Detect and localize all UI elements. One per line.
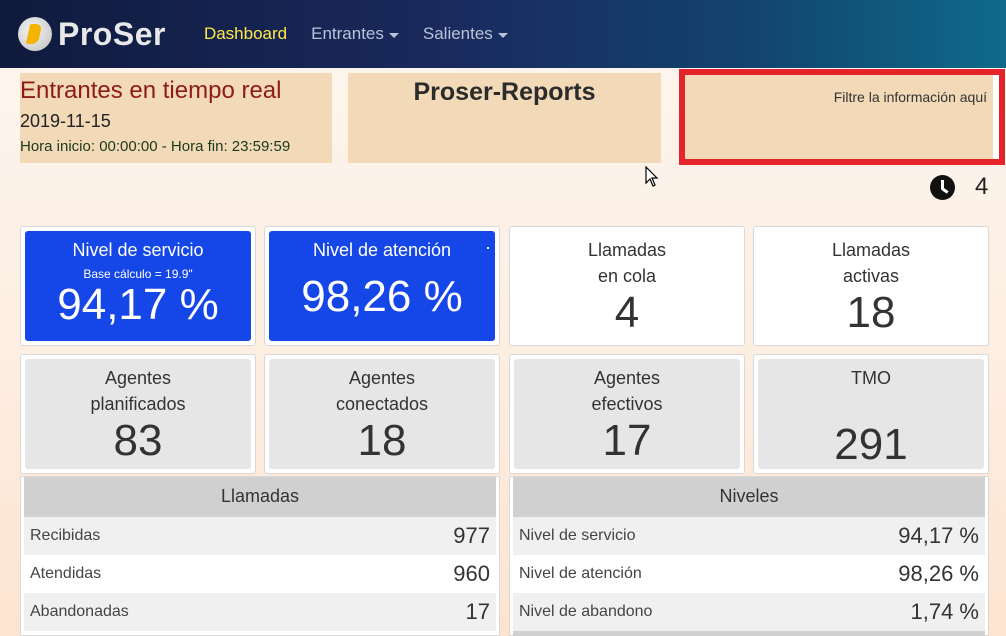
table-row: Nivel de abandono 1,74 % — [513, 593, 985, 631]
card-inner: Agentes conectados 18 — [269, 359, 495, 469]
niveles-table: Niveles Nivel de servicio 94,17 % Nivel … — [509, 476, 989, 636]
filter-scrollbar[interactable] — [993, 75, 999, 159]
row-value: 977 — [453, 523, 490, 548]
card-nivel-atencion[interactable]: Nivel de atención 98,26 % — [264, 226, 500, 346]
row-value: 960 — [453, 561, 490, 586]
card-agentes-planificados[interactable]: Agentes planificados 83 — [20, 354, 256, 474]
filter-hint: Filtre la información aquí — [833, 89, 987, 105]
table-row: Nivel de atención 98,26 % — [513, 555, 985, 593]
filter-panel[interactable]: Filtre la información aquí — [679, 69, 1005, 165]
card-label-2: en cola — [597, 266, 657, 286]
realtime-title: Entrantes en tiempo real — [20, 77, 282, 104]
brand-logo[interactable]: ProSer — [18, 16, 166, 53]
row-label: Atendidas — [30, 565, 102, 582]
card-label: Llamadas — [587, 240, 667, 260]
card-inner: Agentes planificados 83 — [25, 359, 251, 469]
card-label: Agentes — [348, 368, 416, 388]
app-title: Proser-Reports — [413, 78, 596, 106]
card-value: 291 — [834, 420, 908, 469]
table-row: Recibidas 977 — [24, 517, 496, 555]
row-value: 94,17 % — [898, 523, 979, 548]
row-label: Nivel de abandono — [519, 603, 653, 620]
card-value: 98,26 % — [301, 272, 463, 321]
card-label: TMO — [851, 368, 891, 388]
card-inner: TMO 291 — [758, 359, 984, 469]
card-value: 4 — [614, 288, 640, 337]
card-tmo[interactable]: TMO 291 — [753, 354, 989, 474]
nav-entrantes-dropdown[interactable]: Entrantes — [311, 24, 399, 44]
card-llamadas-en-cola[interactable]: Llamadas en cola 4 — [509, 226, 745, 346]
row-value: 98,26 % — [898, 561, 979, 586]
brand-name: ProSer — [58, 15, 166, 52]
nav-dashboard-label: Dashboard — [203, 24, 288, 43]
table-row: Atendidas 960 — [24, 555, 496, 593]
nav-salientes-dropdown[interactable]: Salientes — [423, 24, 508, 44]
card-llamadas-activas[interactable]: Llamadas activas 18 — [753, 226, 989, 346]
mouse-cursor-icon — [645, 166, 659, 187]
niveles-table-header: Niveles — [513, 477, 985, 517]
card-label-2: conectados — [335, 394, 429, 414]
card-value: 18 — [846, 288, 896, 337]
logo-icon — [18, 17, 52, 51]
refresh-indicator: 4 — [930, 173, 988, 201]
card-label-2: planificados — [90, 394, 186, 414]
table-row: Nivel de servicio 94,17 % — [513, 517, 985, 555]
caret-down-icon — [388, 32, 399, 38]
table-row: Abandonadas 17 — [24, 593, 496, 631]
card-agentes-efectivos[interactable]: Agentes efectivos 17 — [509, 354, 745, 474]
card-inner: Llamadas en cola 4 — [514, 231, 740, 341]
realtime-info-box: Entrantes en tiempo real 2019-11-15 Hora… — [20, 73, 332, 163]
card-label: Nivel de atención — [312, 240, 452, 260]
card-label: Agentes — [104, 368, 172, 388]
card-label: Llamadas — [831, 240, 911, 260]
nav-dashboard[interactable]: Dashboard — [204, 24, 287, 44]
clock-icon — [930, 174, 955, 200]
nav-salientes-label: Salientes — [422, 24, 493, 43]
nav-entrantes-label: Entrantes — [311, 24, 384, 43]
decorative-dot — [487, 247, 489, 249]
card-value: 17 — [602, 416, 652, 465]
card-sub: Base cálculo = 19.9" — [83, 267, 193, 281]
caret-down-icon — [497, 32, 508, 38]
row-label: Recibidas — [30, 527, 101, 544]
card-inner: Nivel de atención 98,26 % — [269, 231, 495, 341]
top-navbar: ProSer Dashboard Entrantes Salientes — [0, 0, 1006, 68]
card-inner: Agentes efectivos 17 — [514, 359, 740, 469]
app-title-box: Proser-Reports — [348, 73, 661, 163]
card-inner: Nivel de servicio Base cálculo = 19.9" 9… — [25, 231, 251, 341]
card-inner: Llamadas activas 18 — [758, 231, 984, 341]
row-label: Nivel de servicio — [519, 527, 636, 544]
card-label-2: efectivos — [591, 394, 663, 414]
card-value: 18 — [357, 416, 407, 465]
llamadas-table: Llamadas Recibidas 977 Atendidas 960 Aba… — [20, 476, 500, 636]
row-value: 1,74 % — [910, 599, 980, 624]
nav-links: Dashboard Entrantes Salientes — [204, 24, 532, 44]
card-value: 83 — [113, 416, 163, 465]
table-footer-bar — [513, 631, 985, 636]
row-label: Abandonadas — [30, 603, 129, 620]
row-label: Nivel de atención — [519, 565, 642, 582]
llamadas-table-header: Llamadas — [24, 477, 496, 517]
report-date: 2019-11-15 — [20, 111, 111, 131]
card-agentes-conectados[interactable]: Agentes conectados 18 — [264, 354, 500, 474]
report-hours: Hora inicio: 00:00:00 - Hora fin: 23:59:… — [20, 138, 291, 155]
card-value: 94,17 % — [57, 280, 219, 329]
refresh-count: 4 — [975, 173, 989, 200]
card-label: Nivel de servicio — [72, 240, 204, 260]
card-label: Agentes — [593, 368, 661, 388]
card-label-2: activas — [842, 266, 900, 286]
row-value: 17 — [465, 599, 490, 624]
card-nivel-servicio[interactable]: Nivel de servicio Base cálculo = 19.9" 9… — [20, 226, 256, 346]
